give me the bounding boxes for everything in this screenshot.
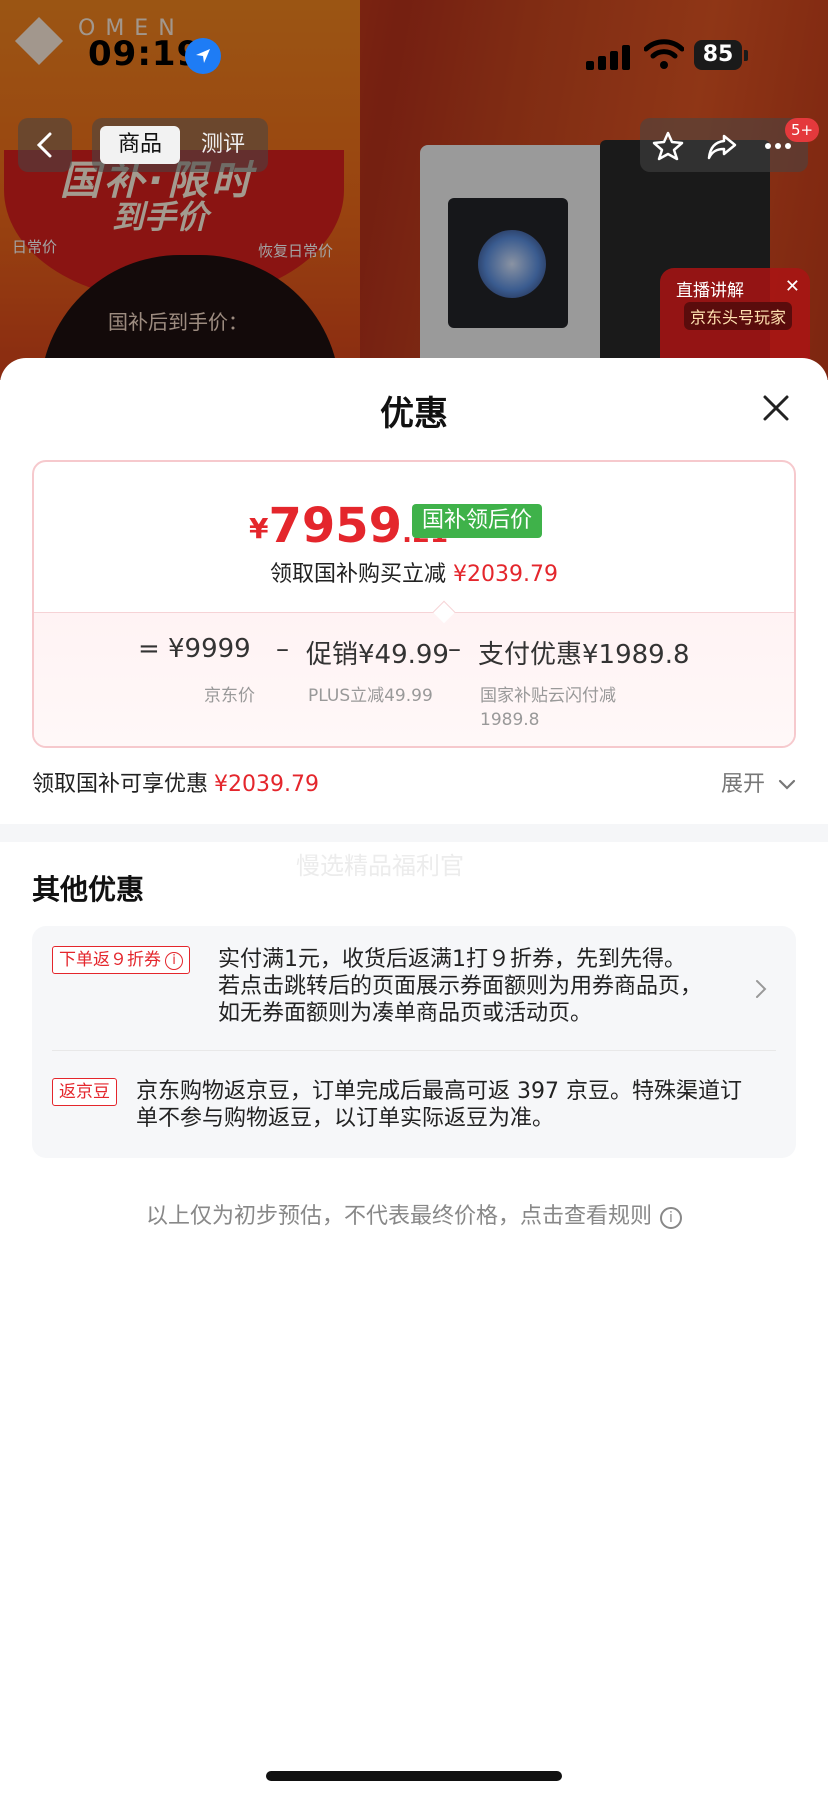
- price-breakdown-card: ¥7959.21 国补领后价 领取国补购买立减 ¥2039.79 = ¥9999…: [32, 460, 796, 748]
- disclaimer-text: 以上仅为初步预估，不代表最终价格，点击查看规则: [145, 1204, 652, 1229]
- final-price-currency: ¥: [249, 512, 269, 545]
- home-indicator[interactable]: [266, 1771, 562, 1781]
- section-separator: [0, 824, 828, 842]
- formula-pay-discount: 支付优惠¥1989.8: [478, 640, 690, 670]
- message-badge: 5+: [785, 118, 820, 142]
- caption-jd-price: 京东价: [204, 686, 255, 706]
- offer-coupon-line-3: 如无券面额则为凑单商品页或活动页。: [218, 1001, 593, 1026]
- offer-divider: [52, 1050, 776, 1051]
- battery-icon: 85: [694, 40, 742, 70]
- formula-minus-2: –: [448, 634, 461, 664]
- offer-jingdou-tag: 返京豆: [52, 1078, 117, 1106]
- offer-coupon-tag: 下单返９折券 i: [52, 946, 190, 974]
- formula-promo: 促销¥49.99: [306, 640, 449, 670]
- other-offers-title: 其他优惠: [32, 873, 145, 906]
- wifi-icon: [643, 38, 685, 74]
- live-close-icon[interactable]: ✕: [785, 276, 800, 297]
- benefit-label: 领取国补可享优惠: [32, 772, 209, 797]
- caption-pay-line2: 1989.8: [480, 710, 540, 730]
- chevron-left-icon: [36, 132, 52, 158]
- final-price-integer: 7959: [268, 498, 403, 554]
- formula-equals: =: [138, 634, 160, 664]
- back-button[interactable]: [18, 118, 72, 172]
- location-arrow-icon: [185, 38, 221, 74]
- chevron-down-icon: [778, 779, 796, 790]
- price-formula-panel: [34, 612, 794, 746]
- discount-sheet: 优惠 ¥7959.21 国补领后价 领取国补购买立减 ¥2039.79 = ¥9…: [0, 358, 828, 1795]
- info-icon[interactable]: i: [165, 952, 183, 970]
- expand-label: 展开: [720, 772, 765, 797]
- favorite-star-icon[interactable]: [652, 130, 684, 162]
- info-icon[interactable]: i: [660, 1207, 682, 1229]
- offer-jingdou-line-2: 单不参与购物返豆，以订单实际返豆为准。: [136, 1106, 555, 1131]
- tab-review[interactable]: 测评: [188, 126, 258, 164]
- reduce-amount: ¥2039.79: [453, 562, 558, 587]
- offer-jingdou-line-1: 京东购物返京豆，订单完成后最高可返 397 京豆。特殊渠道订: [136, 1079, 742, 1104]
- offer-coupon-tag-label: 下单返９折券: [59, 950, 161, 970]
- chevron-right-icon[interactable]: [754, 978, 768, 1000]
- tab-goods[interactable]: 商品: [100, 126, 180, 164]
- other-offers-list: 下单返９折券 i 实付满1元，收货后返满1打９折券，先到先得。 若点击跳转后的页面…: [32, 926, 796, 1158]
- live-channel: 京东头号玩家: [684, 302, 793, 330]
- product-tabs: 商品 测评: [92, 118, 268, 172]
- sheet-title: 优惠: [380, 394, 448, 434]
- expand-button[interactable]: 展开: [721, 766, 796, 798]
- live-title: 直播讲解: [676, 281, 744, 301]
- benefit-amount: ¥2039.79: [214, 772, 319, 797]
- offer-coupon-line-1: 实付满1元，收货后返满1打９折券，先到先得。: [218, 947, 686, 972]
- status-bar: 09:19 85: [0, 0, 828, 110]
- cellular-signal-icon: [586, 44, 630, 70]
- subsidy-price-tag: 国补领后价: [412, 504, 543, 538]
- nav-actions: [640, 118, 808, 172]
- share-icon[interactable]: [706, 130, 738, 162]
- rules-disclaimer[interactable]: 以上仅为初步预估，不代表最终价格，点击查看规则 i: [0, 1198, 828, 1230]
- reduce-label: 领取国补购买立减: [270, 562, 447, 587]
- formula-minus-1: –: [276, 634, 289, 664]
- caption-pay-line1: 国家补贴云闪付减: [480, 686, 616, 706]
- battery-tip: [744, 50, 748, 61]
- watermark-text: 慢选精品福利官: [296, 852, 464, 880]
- reduce-line: 领取国补购买立减 ¥2039.79: [34, 556, 794, 588]
- caption-promo: PLUS立减49.99: [308, 686, 433, 706]
- close-icon[interactable]: [756, 388, 796, 428]
- offer-coupon-line-2: 若点击跳转后的页面展示券面额则为用券商品页，: [218, 974, 703, 999]
- formula-jd-price: ¥9999: [168, 634, 251, 664]
- subsidy-benefit-row[interactable]: 领取国补可享优惠 ¥2039.79 展开: [32, 766, 796, 802]
